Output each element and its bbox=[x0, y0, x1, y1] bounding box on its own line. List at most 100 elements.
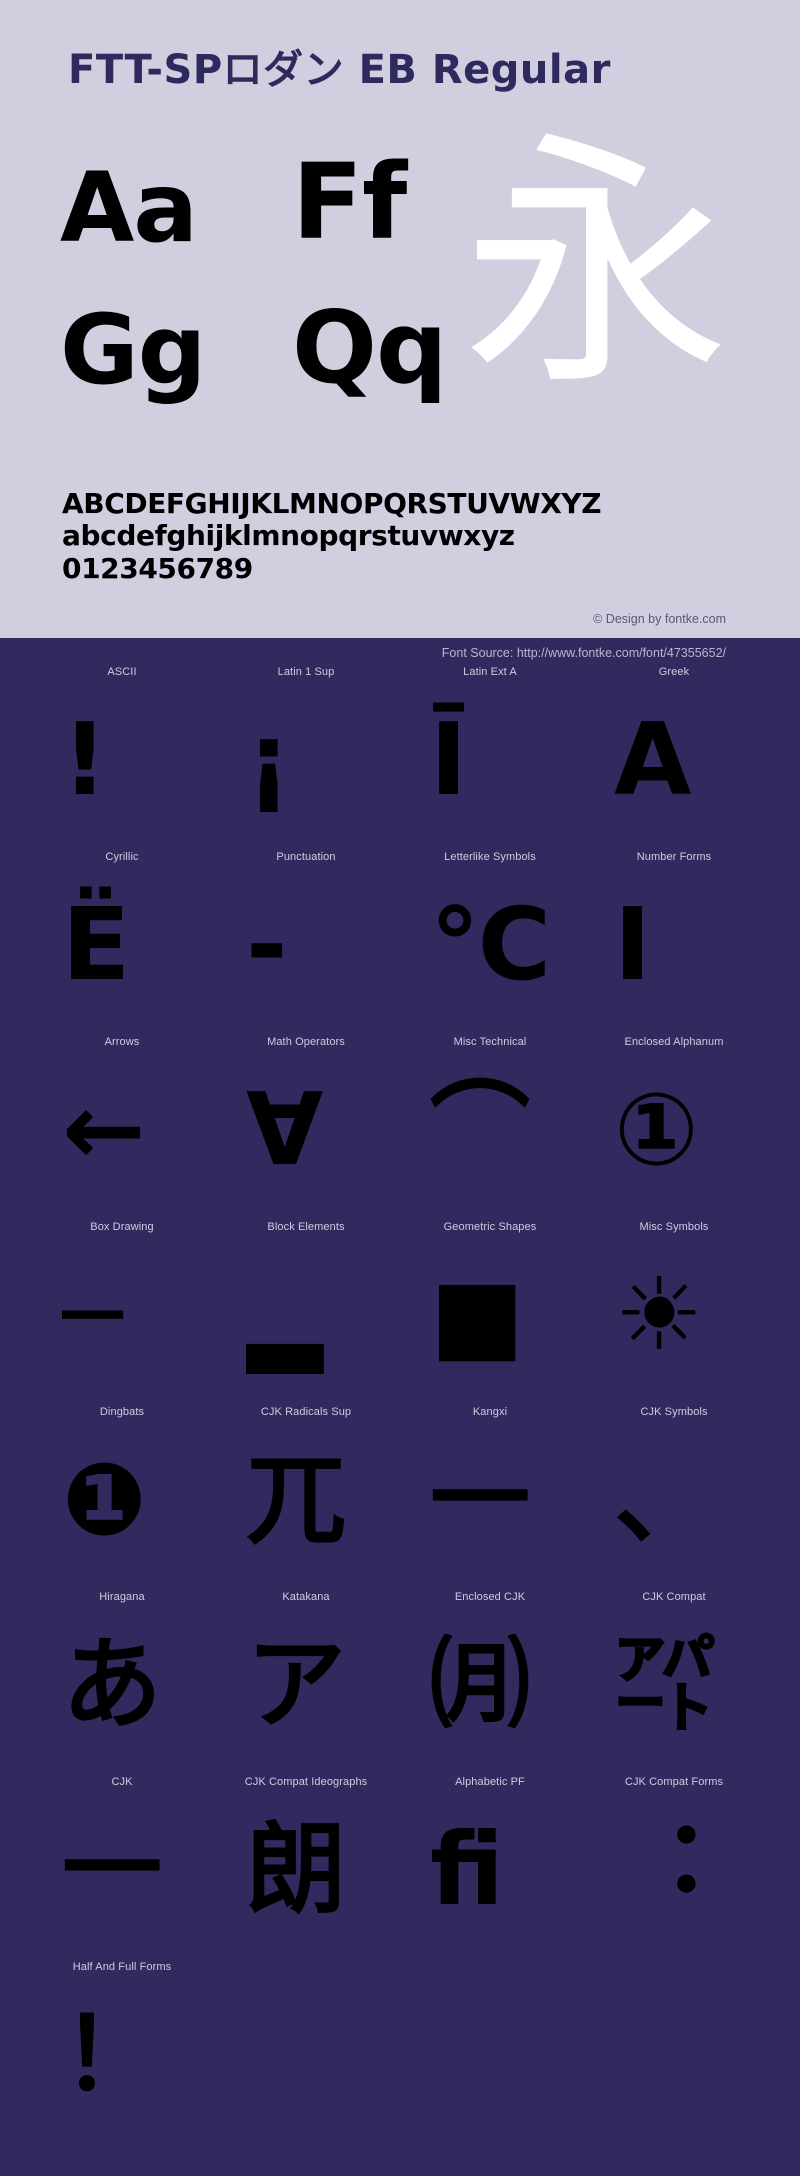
unicode-block-label: CJK Compat bbox=[642, 1591, 706, 1603]
unicode-block-glyph: ¡ bbox=[246, 701, 292, 818]
unicode-block-glyph: ⌒ bbox=[430, 1071, 530, 1188]
unicode-block-cell[interactable]: Greek Α bbox=[582, 666, 766, 851]
unicode-block-glyph: ㈪ bbox=[430, 1626, 530, 1743]
unicode-block-cell[interactable]: CJK 一 bbox=[30, 1776, 214, 1961]
unicode-block-label: CJK bbox=[111, 1776, 133, 1788]
unicode-block-cell[interactable]: Misc Symbols ☀ bbox=[582, 1221, 766, 1406]
unicode-block-label: Enclosed Alphanum bbox=[624, 1036, 724, 1048]
unicode-block-glyph: Ⅰ bbox=[614, 886, 652, 1003]
unicode-block-cell[interactable]: Punctuation ‐ bbox=[214, 851, 398, 1036]
unicode-block-glyph: ！ bbox=[62, 1996, 162, 2113]
unicode-block-cell[interactable]: Dingbats ❶ bbox=[30, 1406, 214, 1591]
unicode-block-cell[interactable]: CJK Symbols 、 bbox=[582, 1406, 766, 1591]
unicode-block-glyph: ☀ bbox=[614, 1256, 704, 1373]
alphabet-lowercase: abcdefghijklmnopqrstuvwxyz bbox=[62, 519, 515, 553]
unicode-block-row: Cyrillic Ё Punctuation ‐ Letterlike Symbols ℃… bbox=[0, 851, 800, 1036]
unicode-block-cell[interactable]: Letterlike Symbols ℃ bbox=[398, 851, 582, 1036]
unicode-block-glyph: 、 bbox=[614, 1441, 714, 1558]
showcase-letters: Aa Ff Gg Qq 永 bbox=[0, 132, 800, 440]
unicode-block-glyph: ! bbox=[62, 701, 108, 818]
font-source-link[interactable]: Font Source: http://www.fontke.com/font/… bbox=[442, 646, 726, 660]
unicode-block-cell[interactable]: Misc Technical ⌒ bbox=[398, 1036, 582, 1221]
unicode-block-cell[interactable]: CJK Radicals Sup 兀 bbox=[214, 1406, 398, 1591]
unicode-block-cell[interactable]: Math Operators ∀ bbox=[214, 1036, 398, 1221]
unicode-block-cell[interactable]: Latin 1 Sup ¡ bbox=[214, 666, 398, 851]
unicode-block-glyph: ︓ bbox=[614, 1811, 714, 1928]
unicode-block-cell[interactable]: CJK Compat Forms ︓ bbox=[582, 1776, 766, 1961]
unicode-block-label: CJK Symbols bbox=[640, 1406, 708, 1418]
showcase-pair-qq: Qq bbox=[292, 289, 448, 406]
unicode-block-cell[interactable]: Enclosed CJK ㈪ bbox=[398, 1591, 582, 1776]
unicode-block-cell[interactable]: Latin Ext A Ī bbox=[398, 666, 582, 851]
unicode-block-cell[interactable]: Geometric Shapes ■ bbox=[398, 1221, 582, 1406]
unicode-block-label: CJK Radicals Sup bbox=[260, 1406, 352, 1418]
unicode-block-row: ASCII! Latin 1 Sup ¡ Latin Ext A Ī Greek Α bbox=[0, 666, 800, 851]
unicode-block-label: Arrows bbox=[104, 1036, 140, 1048]
unicode-block-glyph: ■ bbox=[430, 1256, 525, 1373]
showcase-pair-aa: Aa bbox=[60, 152, 198, 264]
unicode-block-glyph: ア bbox=[246, 1626, 346, 1743]
unicode-block-cell[interactable]: Arrows ← bbox=[30, 1036, 214, 1221]
unicode-block-cell[interactable]: ASCII! bbox=[30, 666, 214, 851]
unicode-block-glyph: 一 bbox=[62, 1811, 162, 1928]
unicode-block-glyph: Ё bbox=[62, 886, 131, 1003]
unicode-block-label: Katakana bbox=[282, 1591, 330, 1603]
unicode-block-cell[interactable]: Number Forms Ⅰ bbox=[582, 851, 766, 1036]
unicode-block-glyph: ❶ bbox=[62, 1441, 147, 1558]
unicode-block-label: Greek bbox=[658, 666, 690, 678]
unicode-block-label: Misc Technical bbox=[453, 1036, 527, 1048]
unicode-block-cell[interactable]: Enclosed Alphanum ① bbox=[582, 1036, 766, 1221]
alphabet-sample: ABCDEFGHIJKLMNOPQRSTUVWXYZ abcdefghijklm… bbox=[62, 487, 782, 585]
unicode-block-label: Alphabetic PF bbox=[455, 1776, 525, 1788]
unicode-block-label: Punctuation bbox=[276, 851, 336, 863]
unicode-block-cell[interactable]: Alphabetic PF ﬁ bbox=[398, 1776, 582, 1961]
unicode-block-glyph: Ī bbox=[430, 701, 468, 818]
unicode-block-cell[interactable]: CJK Compat ㌀ bbox=[582, 1591, 766, 1776]
unicode-block-row: Half And Full Forms ！ bbox=[0, 1961, 800, 2146]
unicode-block-label: Hiragana bbox=[99, 1591, 145, 1603]
unicode-block-label: CJK Compat Ideographs bbox=[244, 1776, 368, 1788]
unicode-block-glyph: ﬁ bbox=[430, 1811, 505, 1928]
unicode-blocks-panel: Font Source: http://www.fontke.com/font/… bbox=[0, 638, 800, 2176]
unicode-block-row: Box Drawing ─ Block Elements ▂ Geometric Sha… bbox=[0, 1221, 800, 1406]
unicode-block-cell[interactable]: Box Drawing ─ bbox=[30, 1221, 214, 1406]
showcase-cjk-sample: 永 bbox=[462, 110, 730, 422]
unicode-block-glyph: あ bbox=[62, 1626, 162, 1743]
unicode-block-cell[interactable]: Cyrillic Ё bbox=[30, 851, 214, 1036]
unicode-block-row: CJK 一 CJK Compat Ideographs 朗 Alphabetic PF ﬁ… bbox=[0, 1776, 800, 1961]
unicode-block-glyph: Α bbox=[614, 701, 692, 818]
unicode-block-cell[interactable]: Block Elements ▂ bbox=[214, 1221, 398, 1406]
unicode-block-glyph: ℃ bbox=[430, 886, 552, 1003]
alphabet-digits: 0123456789 bbox=[62, 551, 253, 585]
unicode-block-cell[interactable]: Katakana ア bbox=[214, 1591, 398, 1776]
unicode-block-glyph: ← bbox=[62, 1071, 146, 1188]
showcase-pair-ff: Ff bbox=[292, 141, 407, 263]
unicode-block-label: Cyrillic bbox=[105, 851, 139, 863]
unicode-block-glyph: 朗 bbox=[246, 1811, 346, 1928]
unicode-block-label: Kangxi bbox=[472, 1406, 508, 1418]
unicode-block-glyph: 兀 bbox=[246, 1441, 346, 1558]
specimen-top-panel: FTT-SPロダン EB Regular Aa Ff Gg Qq 永 ABCDE… bbox=[0, 0, 800, 638]
unicode-block-grid: ASCII! Latin 1 Sup ¡ Latin Ext A Ī Greek Α Cyri… bbox=[0, 666, 800, 2146]
unicode-block-label: ASCII bbox=[107, 666, 137, 678]
unicode-block-cell[interactable]: CJK Compat Ideographs 朗 bbox=[214, 1776, 398, 1961]
font-specimen-page: FTT-SPロダン EB Regular Aa Ff Gg Qq 永 ABCDE… bbox=[0, 0, 800, 2176]
unicode-block-row: Arrows ← Math Operators ∀ Misc Technical ⌒ Enc… bbox=[0, 1036, 800, 1221]
unicode-block-cell[interactable]: Kangxi 一 bbox=[398, 1406, 582, 1591]
unicode-block-row: Hiragana あ Katakana ア Enclosed CJK ㈪ CJK Compa… bbox=[0, 1591, 800, 1776]
unicode-block-cell[interactable]: Half And Full Forms ！ bbox=[30, 1961, 214, 2146]
unicode-block-label: Enclosed CJK bbox=[454, 1591, 526, 1603]
unicode-block-cell[interactable]: Hiragana あ bbox=[30, 1591, 214, 1776]
alphabet-uppercase: ABCDEFGHIJKLMNOPQRSTUVWXYZ bbox=[62, 487, 602, 520]
unicode-block-glyph: ① bbox=[614, 1071, 699, 1188]
unicode-block-label: Math Operators bbox=[267, 1036, 345, 1048]
unicode-block-label: Geometric Shapes bbox=[443, 1221, 537, 1233]
unicode-block-glyph: ㌀ bbox=[614, 1626, 714, 1743]
unicode-block-label: Misc Symbols bbox=[639, 1221, 709, 1233]
page-title: FTT-SPロダン EB Regular bbox=[68, 47, 611, 93]
unicode-block-label: Half And Full Forms bbox=[72, 1961, 172, 1973]
unicode-block-glyph: 一 bbox=[430, 1441, 530, 1558]
unicode-block-glyph: ∀ bbox=[246, 1071, 324, 1188]
unicode-block-label: Dingbats bbox=[99, 1406, 145, 1418]
unicode-block-label: Box Drawing bbox=[90, 1221, 154, 1233]
